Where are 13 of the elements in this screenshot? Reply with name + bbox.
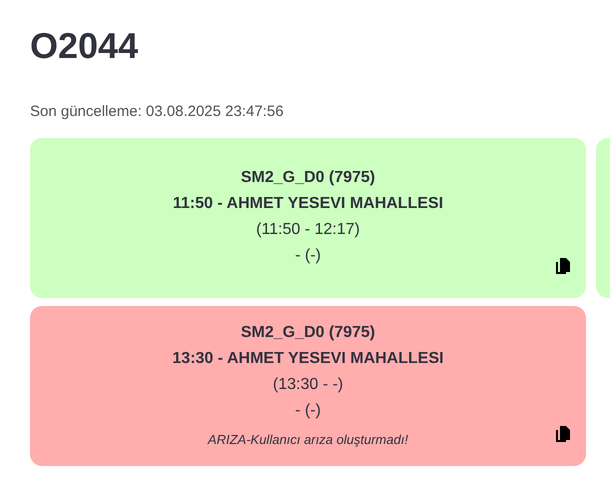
fault-note: ARIZA-Kullanıcı arıza oluşturmadı! <box>208 431 408 449</box>
vehicle-label: SM2_G_D0 (7975) <box>240 323 376 343</box>
page-title: O2044 <box>30 24 140 68</box>
vehicle-label: SM2_G_D0 (7975) <box>240 168 376 188</box>
trip-label: 13:30 - AHMET YESEVI MAHALLESI <box>172 349 444 369</box>
trip-label: 11:50 - AHMET YESEVI MAHALLESI <box>172 194 444 214</box>
last-update-text: Son güncelleme: 03.08.2025 23:47:56 <box>30 102 285 122</box>
driver-label: - (-) <box>295 401 321 421</box>
copy-icon[interactable] <box>556 426 570 442</box>
trip-times: (13:30 - -) <box>272 375 344 395</box>
copy-icon[interactable] <box>556 258 570 274</box>
trip-times: (11:50 - 12:17) <box>256 220 360 240</box>
driver-label: - (-) <box>295 246 321 266</box>
